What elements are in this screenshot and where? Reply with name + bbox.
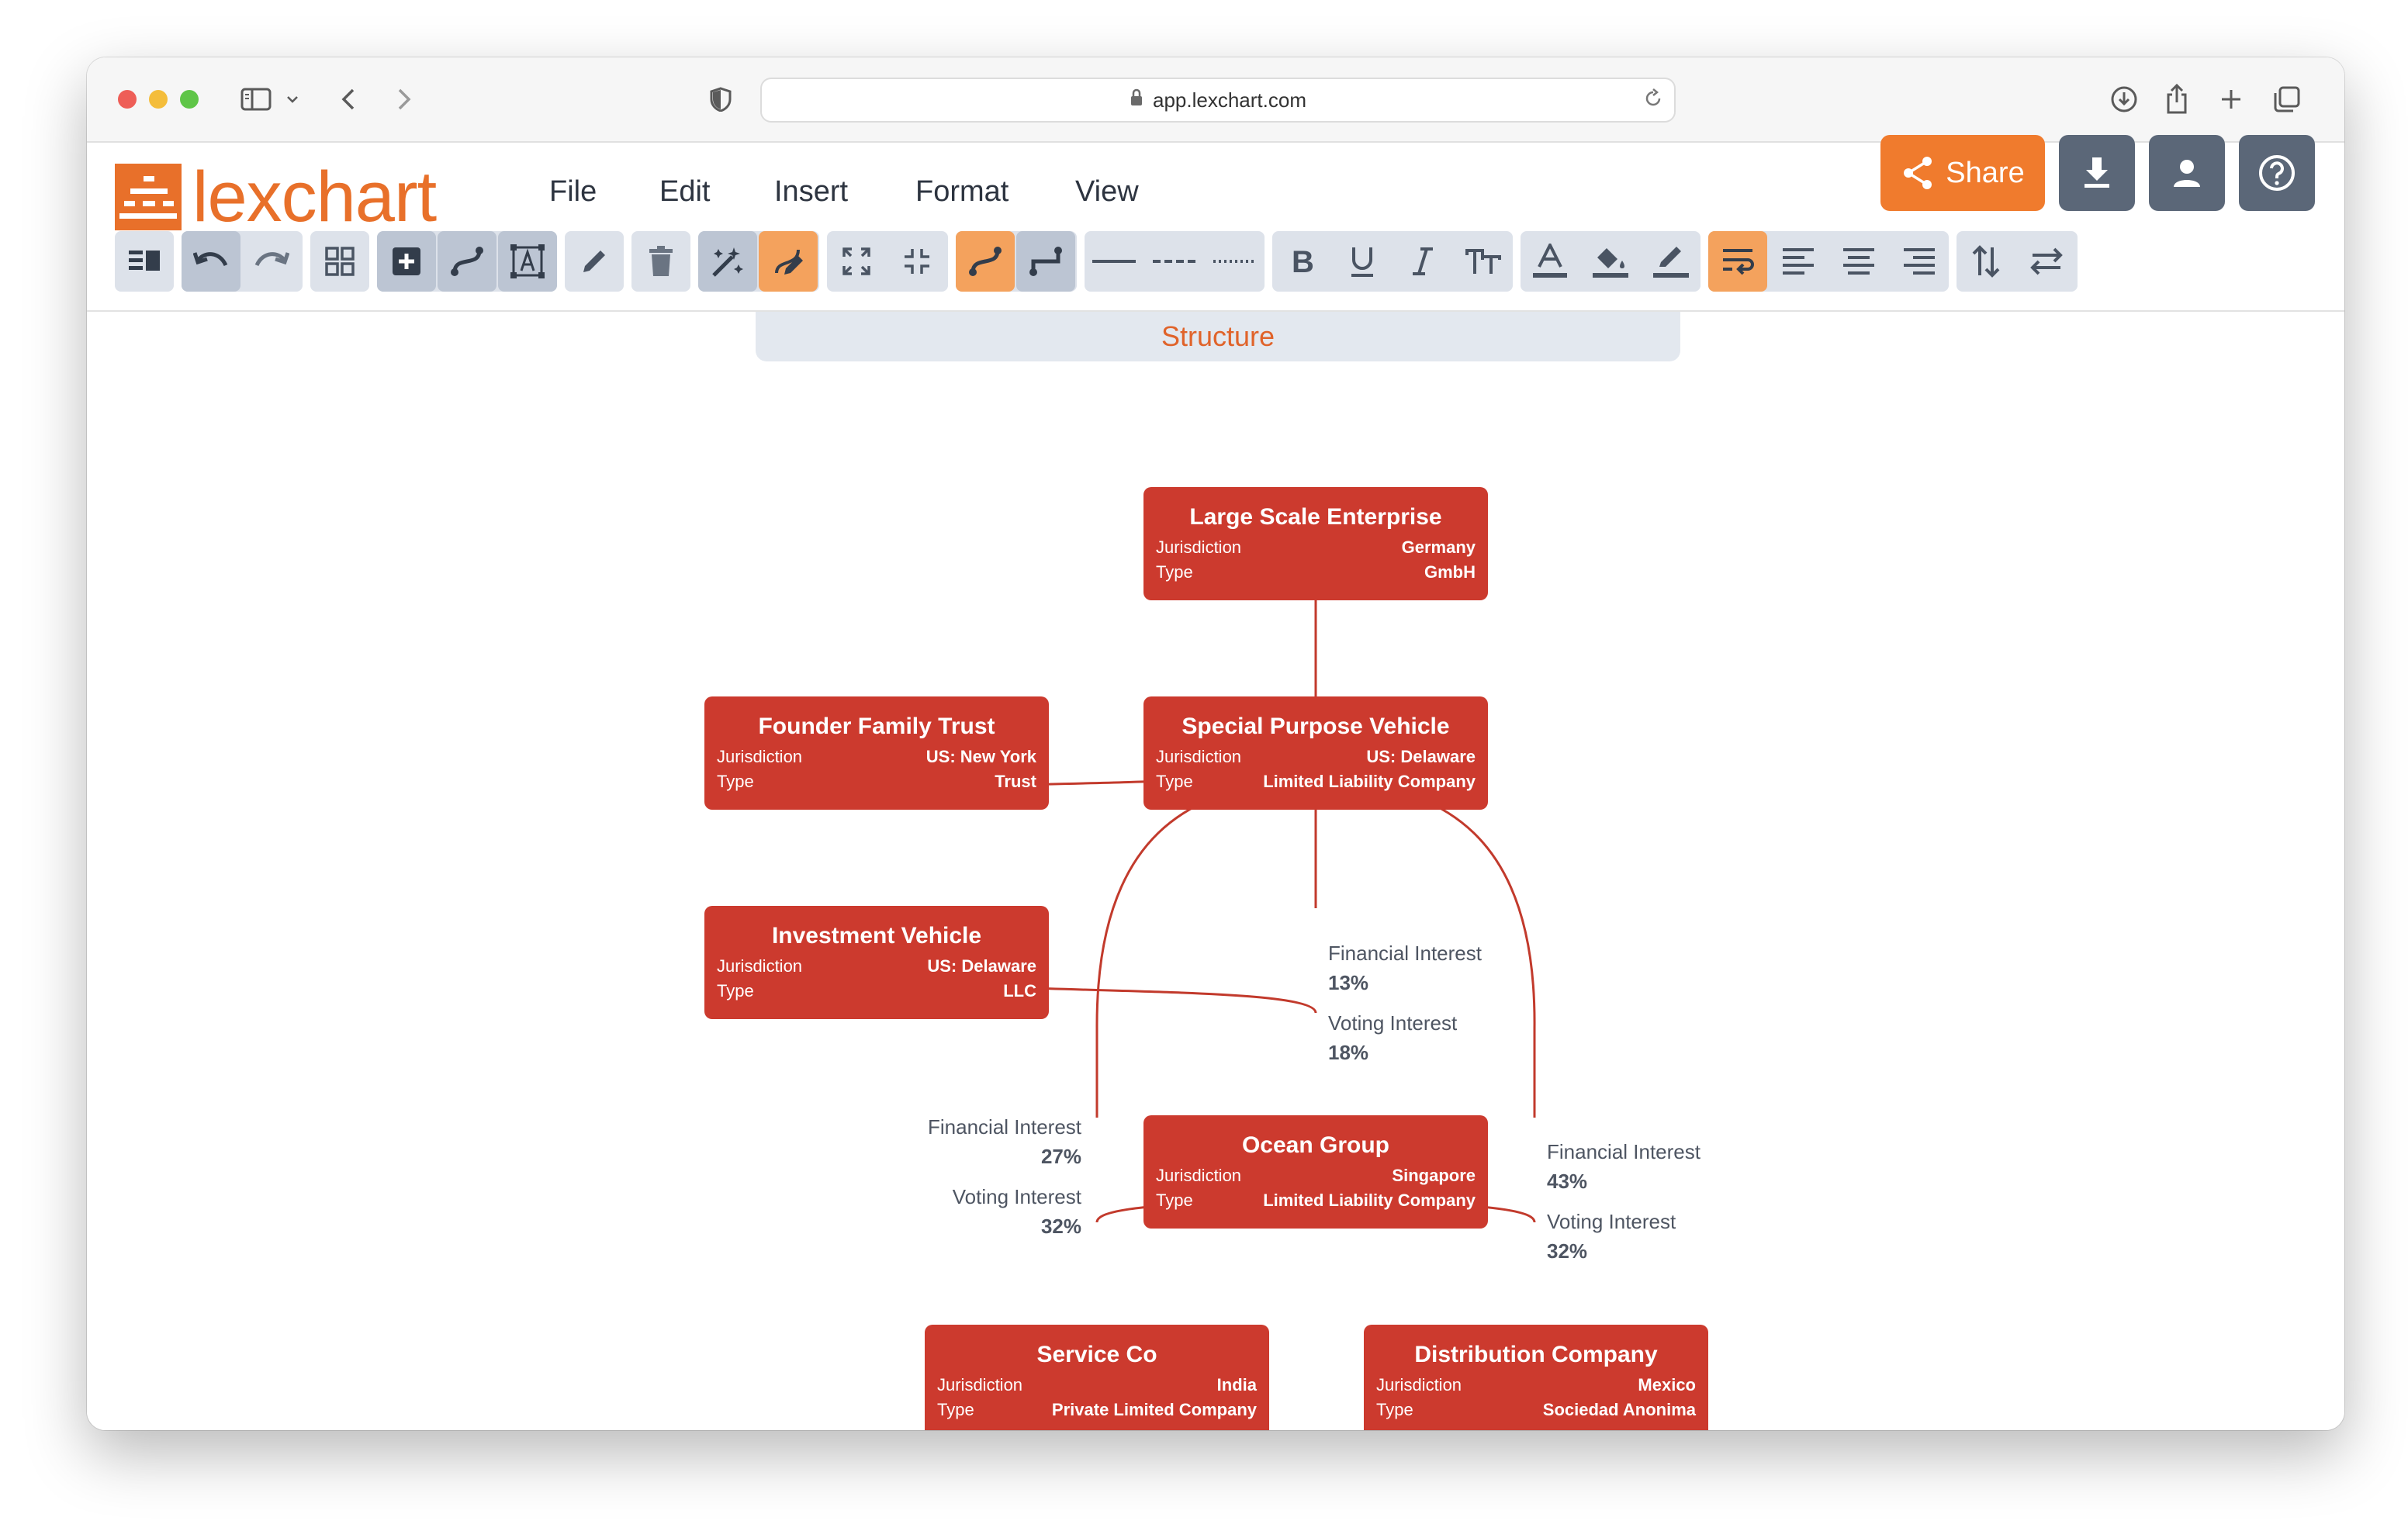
entity-special-purpose-vehicle[interactable]: Special Purpose Vehicle Jurisdiction US: … [1143, 696, 1488, 810]
interest-label-ocean-group[interactable]: Financial Interest 13% Voting Interest 1… [1328, 938, 1482, 1067]
share-label: Share [1946, 156, 2025, 189]
diagram-canvas[interactable]: Structure Large Scale Enterprise Jurisdi… [87, 312, 2344, 1430]
url-text: app.lexchart.com [1153, 88, 1306, 112]
entity-founder-family-trust[interactable]: Founder Family Trust Jurisdiction US: New… [704, 696, 1049, 810]
download-button[interactable] [2059, 135, 2135, 211]
new-tab-icon[interactable] [2216, 81, 2247, 118]
interest-label-service-co[interactable]: Financial Interest 27% Voting Interest 3… [909, 1112, 1081, 1241]
vertical-swap-icon[interactable] [1956, 231, 2015, 292]
menu-view[interactable]: View [1075, 175, 1139, 209]
entity-large-scale-enterprise[interactable]: Large Scale Enterprise Jurisdiction Germa… [1143, 487, 1488, 600]
entity-distribution-company[interactable]: Distribution Company Jurisdiction Mexico … [1364, 1325, 1708, 1430]
horizontal-swap-icon[interactable] [2017, 231, 2076, 292]
panel-icon[interactable] [115, 231, 174, 292]
help-icon [2259, 155, 2295, 191]
address-bar[interactable]: app.lexchart.com [760, 78, 1676, 123]
menu-insert[interactable]: Insert [774, 175, 848, 209]
reload-icon[interactable] [1643, 88, 1663, 114]
back-icon[interactable] [337, 81, 360, 118]
user-icon [2174, 160, 2200, 187]
share-icon [1904, 157, 1932, 189]
underline-icon[interactable] [1333, 231, 1392, 292]
solid-line-icon[interactable] [1085, 231, 1143, 292]
share-button[interactable]: Share [1880, 135, 2045, 211]
elbow-line-icon[interactable] [1016, 231, 1075, 292]
share-sheet-icon[interactable] [2161, 81, 2192, 118]
text-frame-icon[interactable] [498, 231, 557, 292]
chevron-down-icon[interactable] [284, 81, 301, 118]
grid-icon[interactable] [310, 231, 369, 292]
tab-overview-icon[interactable] [2270, 81, 2304, 118]
wrap-text-icon[interactable] [1708, 231, 1767, 292]
lock-icon [1130, 88, 1143, 112]
browser-window: app.lexchart.com lexchart File Edit Inse… [87, 57, 2344, 1430]
lexchart-logo[interactable]: lexchart [115, 157, 437, 237]
logo-mark-icon [115, 164, 182, 230]
undo-icon[interactable] [182, 231, 240, 292]
italic-icon[interactable] [1393, 231, 1452, 292]
pencil-icon[interactable] [565, 231, 624, 292]
line-color-icon[interactable] [1642, 231, 1700, 292]
entity-ocean-group[interactable]: Ocean Group Jurisdiction Singapore Type Li… [1143, 1115, 1488, 1229]
interest-label-distribution-company[interactable]: Financial Interest 43% Voting Interest 3… [1547, 1137, 1700, 1266]
add-icon[interactable] [377, 231, 436, 292]
menu-format[interactable]: Format [915, 175, 1009, 209]
redo-icon[interactable] [242, 231, 301, 292]
dotted-line-icon[interactable] [1206, 231, 1265, 292]
connector-icon[interactable] [438, 231, 496, 292]
logo-text: lexchart [192, 157, 437, 237]
align-left-icon[interactable] [1769, 231, 1828, 292]
auto-format-icon[interactable] [759, 231, 818, 292]
connections-layer [875, 515, 1536, 1223]
font-color-icon[interactable] [1521, 231, 1579, 292]
align-center-icon[interactable] [1829, 231, 1888, 292]
bold-icon[interactable]: B [1272, 231, 1331, 292]
menu-edit[interactable]: Edit [659, 175, 710, 209]
fill-color-icon[interactable] [1581, 231, 1640, 292]
forward-icon[interactable] [393, 81, 416, 118]
close-window-button[interactable] [118, 90, 137, 109]
dashed-line-icon[interactable] [1145, 231, 1204, 292]
help-button[interactable] [2239, 135, 2315, 211]
minimize-window-button[interactable] [149, 90, 168, 109]
download-icon [2085, 157, 2109, 188]
app-header: lexchart File Edit Insert Format View Sh… [87, 135, 2344, 312]
entity-service-co[interactable]: Service Co Jurisdiction India Type Private… [925, 1325, 1269, 1430]
text-size-icon[interactable] [1454, 231, 1513, 292]
link-spv-sc [1095, 755, 1317, 1118]
entity-investment-vehicle[interactable]: Investment Vehicle Jurisdiction US: Delaw… [704, 906, 1049, 1019]
svg-text:B: B [1292, 246, 1314, 277]
trash-icon[interactable] [631, 231, 690, 292]
downloads-icon[interactable] [2107, 81, 2141, 118]
shield-icon[interactable] [708, 81, 734, 118]
browser-toolbar: app.lexchart.com [87, 57, 2344, 143]
account-button[interactable] [2149, 135, 2225, 211]
sidebar-toggle-icon[interactable] [239, 81, 273, 118]
curved-line-icon[interactable] [956, 231, 1015, 292]
zoom-window-button[interactable] [180, 90, 199, 109]
expand-icon[interactable] [827, 231, 886, 292]
align-right-icon[interactable] [1890, 231, 1949, 292]
menu-file[interactable]: File [549, 175, 597, 209]
magic-wand-icon[interactable] [698, 231, 757, 292]
collapse-icon[interactable] [887, 231, 946, 292]
